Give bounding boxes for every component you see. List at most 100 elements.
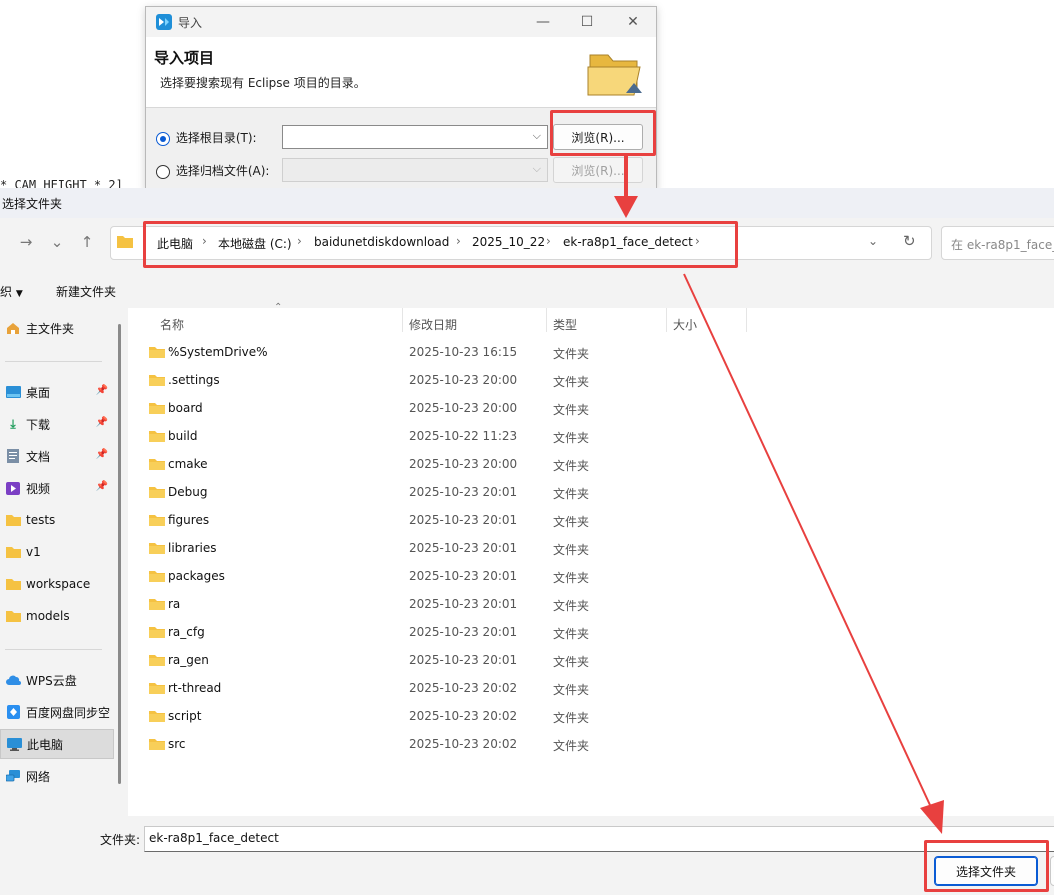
- close-button[interactable]: ✕: [610, 7, 656, 37]
- column-header-date[interactable]: 修改日期: [409, 316, 457, 333]
- import-description: 选择要搜索现有 Eclipse 项目的目录。: [160, 76, 366, 90]
- file-type: 文件夹: [553, 459, 590, 473]
- column-divider[interactable]: [746, 308, 747, 332]
- archive-combo: ⌵: [282, 158, 548, 182]
- file-date: 2025-10-23 20:01: [409, 569, 518, 583]
- sidebar-item-network[interactable]: 网络: [0, 761, 112, 791]
- recent-dropdown-button[interactable]: ⌄: [43, 228, 71, 256]
- file-row[interactable]: script 2025-10-23 20:02 文件夹: [128, 702, 1054, 730]
- folder-icon: [149, 655, 165, 666]
- file-row[interactable]: ra_gen 2025-10-23 20:01 文件夹: [128, 646, 1054, 674]
- file-type: 文件夹: [553, 571, 590, 585]
- home-icon: [5, 321, 21, 335]
- archive-radio-row[interactable]: 选择归档文件(A):: [156, 162, 269, 179]
- pin-icon: 📌: [95, 449, 108, 460]
- file-row[interactable]: figures 2025-10-23 20:01 文件夹: [128, 506, 1054, 534]
- minimize-button[interactable]: —: [520, 7, 566, 37]
- file-type: 文件夹: [553, 515, 590, 529]
- sidebar-item-tests[interactable]: tests: [0, 505, 112, 535]
- search-placeholder: 在 ek-ra8p1_face_detect 中搜索: [951, 238, 1054, 252]
- sidebar-label: workspace: [26, 577, 91, 591]
- sidebar-divider: [5, 361, 102, 362]
- file-type: 文件夹: [553, 739, 590, 753]
- sidebar-item-videos[interactable]: 视频 📌: [0, 473, 112, 503]
- file-type: 文件夹: [553, 683, 590, 697]
- sidebar-item-baidu-sync[interactable]: 百度网盘同步空: [0, 697, 112, 727]
- root-dir-radio-row[interactable]: 选择根目录(T):: [156, 129, 257, 146]
- folder-icon: [149, 627, 165, 638]
- pin-icon: 📌: [95, 385, 108, 396]
- refresh-icon[interactable]: ↻: [903, 232, 916, 250]
- file-row[interactable]: libraries 2025-10-23 20:01 文件夹: [128, 534, 1054, 562]
- sidebar-scrollbar[interactable]: [118, 324, 121, 784]
- folder-icon: [149, 431, 165, 442]
- file-name: %SystemDrive%: [168, 345, 268, 359]
- address-dropdown-icon[interactable]: ⌄: [868, 234, 878, 248]
- file-row[interactable]: src 2025-10-23 20:02 文件夹: [128, 730, 1054, 758]
- folder-icon: [149, 599, 165, 610]
- cloud-icon: [5, 673, 21, 687]
- column-divider[interactable]: [402, 308, 403, 332]
- file-name: script: [168, 709, 202, 723]
- file-row[interactable]: build 2025-10-22 11:23 文件夹: [128, 422, 1054, 450]
- sidebar-item-downloads[interactable]: ⤓ 下载 📌: [0, 409, 112, 439]
- maximize-button[interactable]: ☐: [564, 7, 610, 37]
- file-type: 文件夹: [553, 375, 590, 389]
- file-date: 2025-10-23 20:00: [409, 401, 518, 415]
- sidebar-item-v1[interactable]: v1: [0, 537, 112, 567]
- folder-titlebar: 选择文件夹: [0, 188, 1054, 218]
- file-list: ⌃ 名称 修改日期 类型 大小 %SystemDrive% 2025-10-23 …: [128, 302, 1054, 816]
- folder-icon: [149, 375, 165, 386]
- file-date: 2025-10-23 20:02: [409, 737, 518, 751]
- root-dir-radio[interactable]: [156, 131, 170, 146]
- archive-radio[interactable]: [156, 164, 170, 179]
- sidebar-item-models[interactable]: models: [0, 601, 112, 631]
- file-row[interactable]: cmake 2025-10-23 20:00 文件夹: [128, 450, 1054, 478]
- root-dir-combo[interactable]: ⌵: [282, 125, 548, 149]
- forward-button[interactable]: →: [12, 228, 40, 256]
- file-row[interactable]: %SystemDrive% 2025-10-23 16:15 文件夹: [128, 338, 1054, 366]
- sidebar-item-wps-cloud[interactable]: WPS云盘: [0, 665, 112, 695]
- sidebar-label: v1: [26, 545, 41, 559]
- sidebar-item-home[interactable]: 主文件夹: [0, 313, 112, 343]
- new-folder-button[interactable]: 新建文件夹: [56, 283, 116, 300]
- sidebar-label: 文档: [26, 449, 51, 464]
- column-divider[interactable]: [666, 308, 667, 332]
- up-button[interactable]: ↑: [73, 228, 101, 256]
- column-header-size[interactable]: 大小: [673, 316, 697, 333]
- column-header-type[interactable]: 类型: [553, 316, 577, 333]
- file-row[interactable]: .settings 2025-10-23 20:00 文件夹: [128, 366, 1054, 394]
- file-name: build: [168, 429, 198, 443]
- download-icon: ⤓: [10, 416, 16, 431]
- file-row[interactable]: Debug 2025-10-23 20:01 文件夹: [128, 478, 1054, 506]
- sidebar-item-desktop[interactable]: 桌面 📌: [0, 377, 112, 407]
- search-input[interactable]: 在 ek-ra8p1_face_detect 中搜索: [941, 226, 1054, 260]
- computer-icon: [6, 737, 22, 751]
- file-row[interactable]: ra 2025-10-23 20:01 文件夹: [128, 590, 1054, 618]
- file-date: 2025-10-23 20:01: [409, 597, 518, 611]
- column-divider[interactable]: [546, 308, 547, 332]
- organize-button[interactable]: 织 ▼: [0, 283, 23, 300]
- file-row[interactable]: ra_cfg 2025-10-23 20:01 文件夹: [128, 618, 1054, 646]
- root-dir-label: 选择根目录(T):: [175, 131, 257, 145]
- file-type: 文件夹: [553, 711, 590, 725]
- folder-icon: [149, 487, 165, 498]
- file-name: ra_cfg: [168, 625, 205, 639]
- file-date: 2025-10-22 11:23: [409, 429, 518, 443]
- sidebar-item-documents[interactable]: 文档 📌: [0, 441, 112, 471]
- column-header-name[interactable]: 名称: [160, 316, 184, 333]
- sidebar-label: 百度网盘同步空: [26, 705, 111, 720]
- folder-icon: [149, 459, 165, 470]
- sidebar-item-workspace[interactable]: workspace: [0, 569, 112, 599]
- file-row[interactable]: rt-thread 2025-10-23 20:02 文件夹: [128, 674, 1054, 702]
- cancel-button[interactable]: [1050, 856, 1054, 886]
- open-folder-icon: [587, 54, 642, 96]
- folder-name-input[interactable]: ek-ra8p1_face_detect: [144, 826, 1054, 852]
- file-row[interactable]: packages 2025-10-23 20:01 文件夹: [128, 562, 1054, 590]
- annotation-highlight-select: [924, 840, 1049, 892]
- file-date: 2025-10-23 20:02: [409, 681, 518, 695]
- file-type: 文件夹: [553, 655, 590, 669]
- sidebar-item-this-pc[interactable]: 此电脑: [0, 729, 114, 759]
- file-date: 2025-10-23 16:15: [409, 345, 518, 359]
- file-row[interactable]: board 2025-10-23 20:00 文件夹: [128, 394, 1054, 422]
